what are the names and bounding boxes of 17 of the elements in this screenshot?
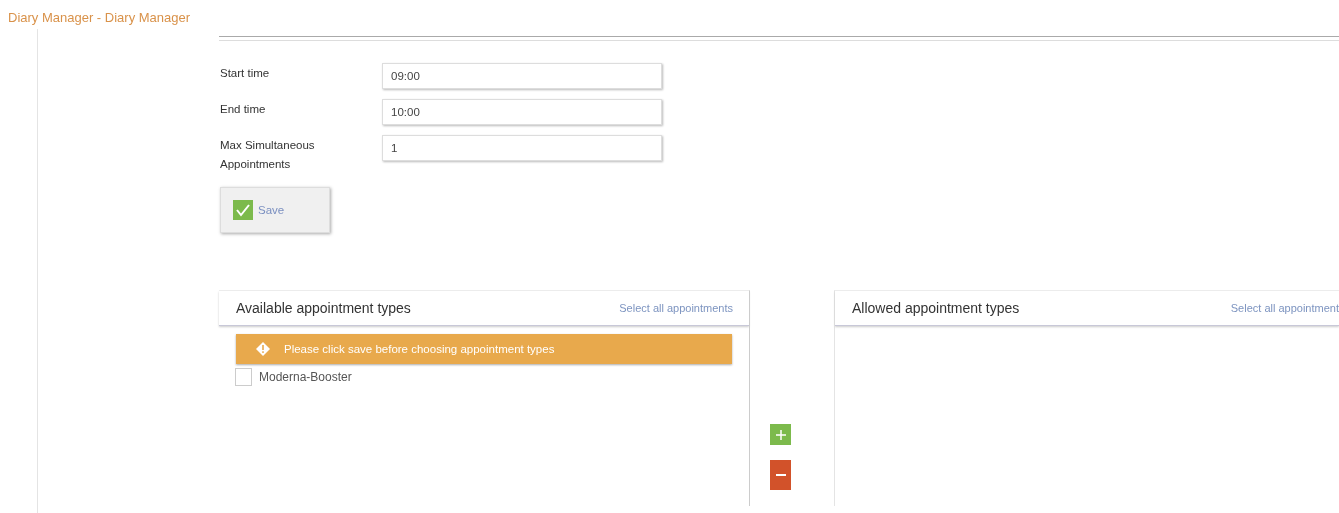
warning-icon: [256, 342, 270, 356]
checkbox[interactable]: [235, 368, 252, 386]
input-field[interactable]: 09:00: [382, 63, 662, 89]
input-field[interactable]: 10:00: [382, 99, 662, 125]
remove-button[interactable]: [770, 460, 791, 490]
panel-title: Allowed appointment types: [852, 300, 1020, 316]
field-label: Start time: [220, 66, 271, 81]
checkmark-icon: [233, 200, 253, 220]
page-title: Diary Manager - Diary Manager: [7, 9, 192, 27]
input-field[interactable]: 1: [382, 135, 662, 161]
panel-title: Available appointment types: [236, 300, 411, 316]
item-label: Moderna-Booster: [259, 370, 352, 384]
plus-icon: [775, 429, 786, 440]
add-button[interactable]: [770, 424, 791, 445]
warning-text: Please click save before choosing appointment types: [284, 343, 555, 355]
field-label: End time: [220, 102, 267, 117]
field-label: Max Simultaneous Appointments: [220, 138, 316, 172]
